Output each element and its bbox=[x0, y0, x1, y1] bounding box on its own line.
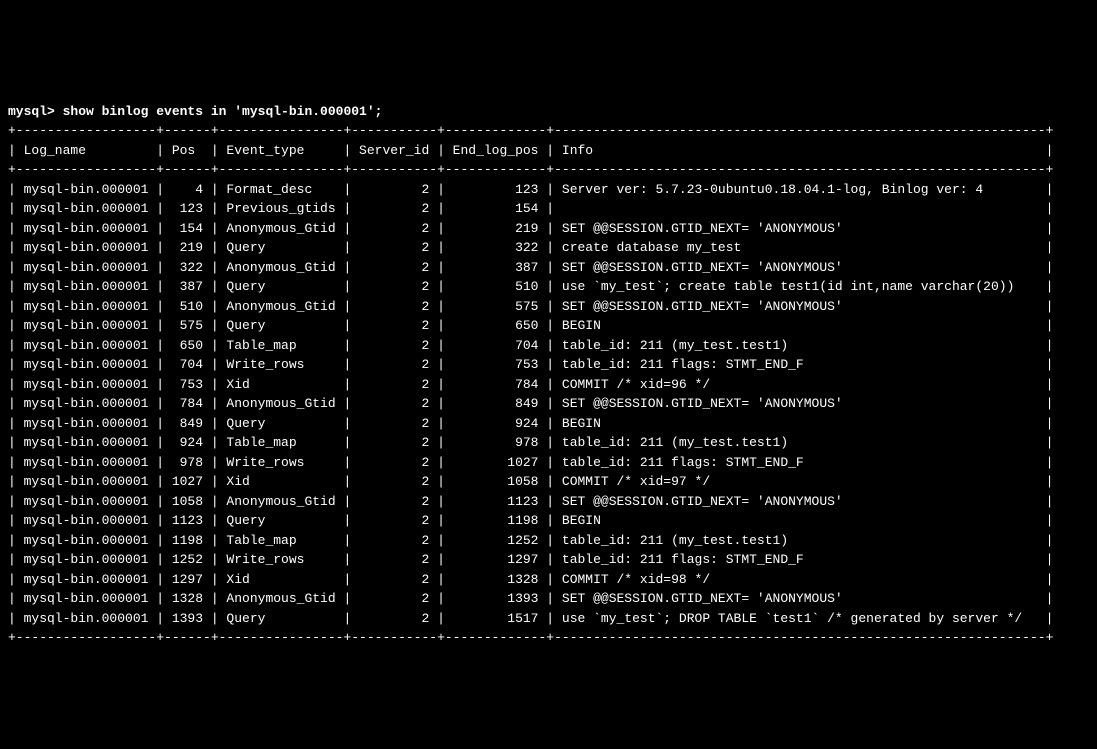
table-row: | mysql-bin.000001 | 1252 | Write_rows |… bbox=[8, 550, 1089, 570]
table-row: | mysql-bin.000001 | 849 | Query | 2 | 9… bbox=[8, 414, 1089, 434]
table-row: | mysql-bin.000001 | 387 | Query | 2 | 5… bbox=[8, 277, 1089, 297]
table-row: | mysql-bin.000001 | 924 | Table_map | 2… bbox=[8, 433, 1089, 453]
table-row: | mysql-bin.000001 | 219 | Query | 2 | 3… bbox=[8, 238, 1089, 258]
table-row: | mysql-bin.000001 | 154 | Anonymous_Gti… bbox=[8, 219, 1089, 239]
table-row: | mysql-bin.000001 | 650 | Table_map | 2… bbox=[8, 336, 1089, 356]
table-row: | mysql-bin.000001 | 978 | Write_rows | … bbox=[8, 453, 1089, 473]
table-row: | mysql-bin.000001 | 784 | Anonymous_Gti… bbox=[8, 394, 1089, 414]
table-row: | mysql-bin.000001 | 510 | Anonymous_Gti… bbox=[8, 297, 1089, 317]
table-row: | mysql-bin.000001 | 1123 | Query | 2 | … bbox=[8, 511, 1089, 531]
table-border-bottom: +------------------+------+-------------… bbox=[8, 630, 1053, 645]
table-border-mid: +------------------+------+-------------… bbox=[8, 162, 1053, 177]
table-row: | mysql-bin.000001 | 575 | Query | 2 | 6… bbox=[8, 316, 1089, 336]
terminal-output: mysql> show binlog events in 'mysql-bin.… bbox=[8, 82, 1089, 648]
table-row: | mysql-bin.000001 | 1027 | Xid | 2 | 10… bbox=[8, 472, 1089, 492]
table-row: | mysql-bin.000001 | 1058 | Anonymous_Gt… bbox=[8, 492, 1089, 512]
table-border-top: +------------------+------+-------------… bbox=[8, 123, 1053, 138]
table-row: | mysql-bin.000001 | 322 | Anonymous_Gti… bbox=[8, 258, 1089, 278]
table-row: | mysql-bin.000001 | 4 | Format_desc | 2… bbox=[8, 180, 1089, 200]
table-body: | mysql-bin.000001 | 4 | Format_desc | 2… bbox=[8, 180, 1089, 629]
table-row: | mysql-bin.000001 | 1328 | Anonymous_Gt… bbox=[8, 589, 1089, 609]
table-row: | mysql-bin.000001 | 123 | Previous_gtid… bbox=[8, 199, 1089, 219]
table-header-row: | Log_name | Pos | Event_type | Server_i… bbox=[8, 143, 1053, 158]
table-row: | mysql-bin.000001 | 753 | Xid | 2 | 784… bbox=[8, 375, 1089, 395]
table-row: | mysql-bin.000001 | 1393 | Query | 2 | … bbox=[8, 609, 1089, 629]
mysql-prompt: mysql> show binlog events in 'mysql-bin.… bbox=[8, 104, 382, 119]
table-row: | mysql-bin.000001 | 704 | Write_rows | … bbox=[8, 355, 1089, 375]
table-row: | mysql-bin.000001 | 1297 | Xid | 2 | 13… bbox=[8, 570, 1089, 590]
table-row: | mysql-bin.000001 | 1198 | Table_map | … bbox=[8, 531, 1089, 551]
